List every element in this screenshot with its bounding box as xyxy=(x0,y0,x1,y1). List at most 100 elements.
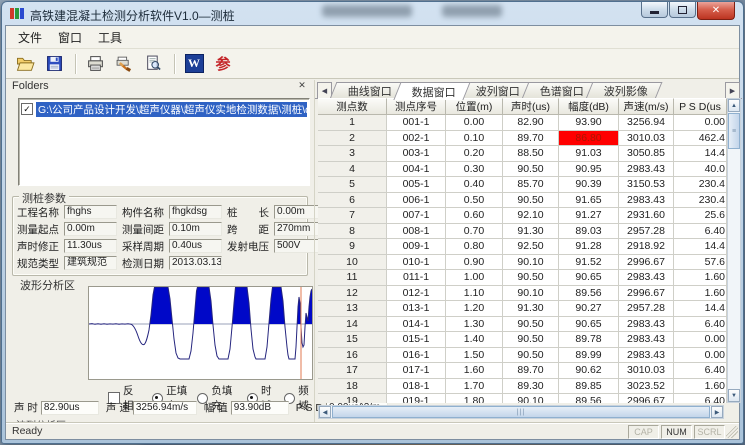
table-cell[interactable]: 2983.43 xyxy=(619,332,674,348)
table-cell[interactable]: 91.52 xyxy=(559,255,619,271)
row-number-cell[interactable]: 5 xyxy=(318,177,387,193)
table-cell[interactable]: 89.56 xyxy=(559,394,619,403)
table-cell[interactable]: 89.70 xyxy=(503,131,559,147)
row-number-cell[interactable]: 11 xyxy=(318,270,387,286)
table-cell[interactable]: 230.4 xyxy=(674,193,727,209)
table-cell[interactable]: 3256.94 xyxy=(619,115,674,131)
vertical-scroll-thumb[interactable]: ≡ xyxy=(728,113,740,149)
table-cell[interactable]: 0.20 xyxy=(446,146,503,162)
table-cell[interactable]: 1.50 xyxy=(446,348,503,364)
table-cell[interactable]: 2983.43 xyxy=(619,348,674,364)
row-number-cell[interactable]: 13 xyxy=(318,301,387,317)
waveform-plot[interactable] xyxy=(88,286,313,380)
menu-item-1[interactable]: 窗口 xyxy=(50,27,90,48)
table-cell[interactable]: 89.30 xyxy=(503,379,559,395)
param-field[interactable]: fhghs xyxy=(64,205,117,219)
table-cell[interactable]: 010-1 xyxy=(387,255,446,271)
row-number-cell[interactable]: 9 xyxy=(318,239,387,255)
scroll-right-button[interactable]: ▶ xyxy=(711,406,723,418)
table-cell[interactable]: 016-1 xyxy=(387,348,446,364)
table-cell[interactable]: 018-1 xyxy=(387,379,446,395)
table-cell[interactable]: 1.00 xyxy=(446,270,503,286)
table-cell[interactable]: 90.95 xyxy=(559,162,619,178)
table-cell[interactable]: 2996.67 xyxy=(619,255,674,271)
table-cell[interactable]: 2996.67 xyxy=(619,286,674,302)
titlebar[interactable]: 高铁建混凝土检测分析软件V1.0—测桩 ✕ xyxy=(2,2,743,25)
table-cell[interactable]: 002-1 xyxy=(387,131,446,147)
table-cell[interactable]: 014-1 xyxy=(387,317,446,333)
table-cell[interactable]: 001-1 xyxy=(387,115,446,131)
tab-数据窗口[interactable]: 数据窗口 xyxy=(393,82,470,100)
table-cell[interactable]: 0.00 xyxy=(446,115,503,131)
row-number-cell[interactable]: 19 xyxy=(318,394,387,403)
table-cell[interactable]: 2983.43 xyxy=(619,270,674,286)
table-cell[interactable]: 90.27 xyxy=(559,301,619,317)
table-cell[interactable]: 90.50 xyxy=(503,332,559,348)
table-cell[interactable]: 14.4 xyxy=(674,146,727,162)
table-cell[interactable]: 2983.43 xyxy=(619,193,674,209)
table-cell[interactable]: 90.10 xyxy=(503,286,559,302)
row-number-cell[interactable]: 14 xyxy=(318,317,387,333)
table-cell[interactable]: 89.56 xyxy=(559,286,619,302)
table-cell[interactable]: 1.60 xyxy=(446,363,503,379)
table-cell[interactable]: 14.4 xyxy=(674,239,727,255)
table-cell[interactable]: 6.40 xyxy=(674,363,727,379)
table-cell[interactable]: 91.65 xyxy=(559,193,619,209)
table-cell[interactable]: 90.50 xyxy=(503,270,559,286)
save-button[interactable] xyxy=(41,52,67,76)
scroll-down-button[interactable]: ▼ xyxy=(728,389,740,402)
table-cell[interactable]: 82.90 xyxy=(503,115,559,131)
row-number-cell[interactable]: 10 xyxy=(318,255,387,271)
resize-grip[interactable] xyxy=(726,426,738,438)
table-cell[interactable]: 93.90 xyxy=(559,115,619,131)
table-cell[interactable]: 40.0 xyxy=(674,162,727,178)
table-cell[interactable]: 90.50 xyxy=(503,162,559,178)
table-cell[interactable]: 0.00 xyxy=(674,332,727,348)
menu-item-2[interactable]: 工具 xyxy=(90,27,130,48)
table-cell[interactable]: 004-1 xyxy=(387,162,446,178)
table-cell[interactable]: 015-1 xyxy=(387,332,446,348)
table-cell[interactable]: 007-1 xyxy=(387,208,446,224)
table-cell[interactable]: 91.28 xyxy=(559,239,619,255)
parameters-button[interactable]: 参 xyxy=(210,52,236,76)
table-cell[interactable]: 1.60 xyxy=(674,379,727,395)
param-field[interactable]: 建筑规范 xyxy=(64,256,117,270)
table-cell[interactable]: 85.70 xyxy=(503,177,559,193)
table-cell[interactable]: 462.4 xyxy=(674,131,727,147)
print-preview-button[interactable] xyxy=(140,52,166,76)
table-cell[interactable]: 1.20 xyxy=(446,301,503,317)
menu-item-0[interactable]: 文件 xyxy=(10,27,50,48)
folders-close-icon[interactable]: ✕ xyxy=(296,80,308,91)
table-cell[interactable]: 90.50 xyxy=(503,193,559,209)
readout-field[interactable]: 3256.94m/s xyxy=(133,401,197,415)
table-cell[interactable]: 0.10 xyxy=(446,131,503,147)
horizontal-scrollbar[interactable]: ◀ ||| ▶ xyxy=(318,405,724,419)
table-cell[interactable]: 88.50 xyxy=(503,146,559,162)
row-number-cell[interactable]: 12 xyxy=(318,286,387,302)
table-cell[interactable]: 1.70 xyxy=(446,379,503,395)
scroll-left-button[interactable]: ◀ xyxy=(319,406,331,418)
table-cell[interactable]: 2983.43 xyxy=(619,162,674,178)
row-number-cell[interactable]: 7 xyxy=(318,208,387,224)
table-cell[interactable]: 0.80 xyxy=(446,239,503,255)
table-cell[interactable]: 91.30 xyxy=(503,224,559,240)
table-cell[interactable]: 6.40 xyxy=(674,394,727,403)
table-cell[interactable]: 91.03 xyxy=(559,146,619,162)
table-cell[interactable]: 0.60 xyxy=(446,208,503,224)
table-cell[interactable]: 0.90 xyxy=(446,255,503,271)
table-cell[interactable]: 90.65 xyxy=(559,270,619,286)
table-cell[interactable]: 92.50 xyxy=(503,239,559,255)
table-cell[interactable]: 89.70 xyxy=(503,363,559,379)
param-field[interactable]: 0.40us xyxy=(169,239,222,253)
table-cell[interactable]: 90.50 xyxy=(503,317,559,333)
table-cell[interactable]: 3150.53 xyxy=(619,177,674,193)
table-cell[interactable]: 0.30 xyxy=(446,162,503,178)
scroll-up-button[interactable]: ▲ xyxy=(728,99,740,112)
row-number-cell[interactable]: 17 xyxy=(318,363,387,379)
print-setup-button[interactable] xyxy=(111,52,137,76)
table-cell[interactable]: 2957.28 xyxy=(619,224,674,240)
table-cell[interactable]: 91.30 xyxy=(503,301,559,317)
table-cell[interactable]: 89.03 xyxy=(559,224,619,240)
table-cell[interactable]: 2957.28 xyxy=(619,301,674,317)
table-cell[interactable]: 1.10 xyxy=(446,286,503,302)
